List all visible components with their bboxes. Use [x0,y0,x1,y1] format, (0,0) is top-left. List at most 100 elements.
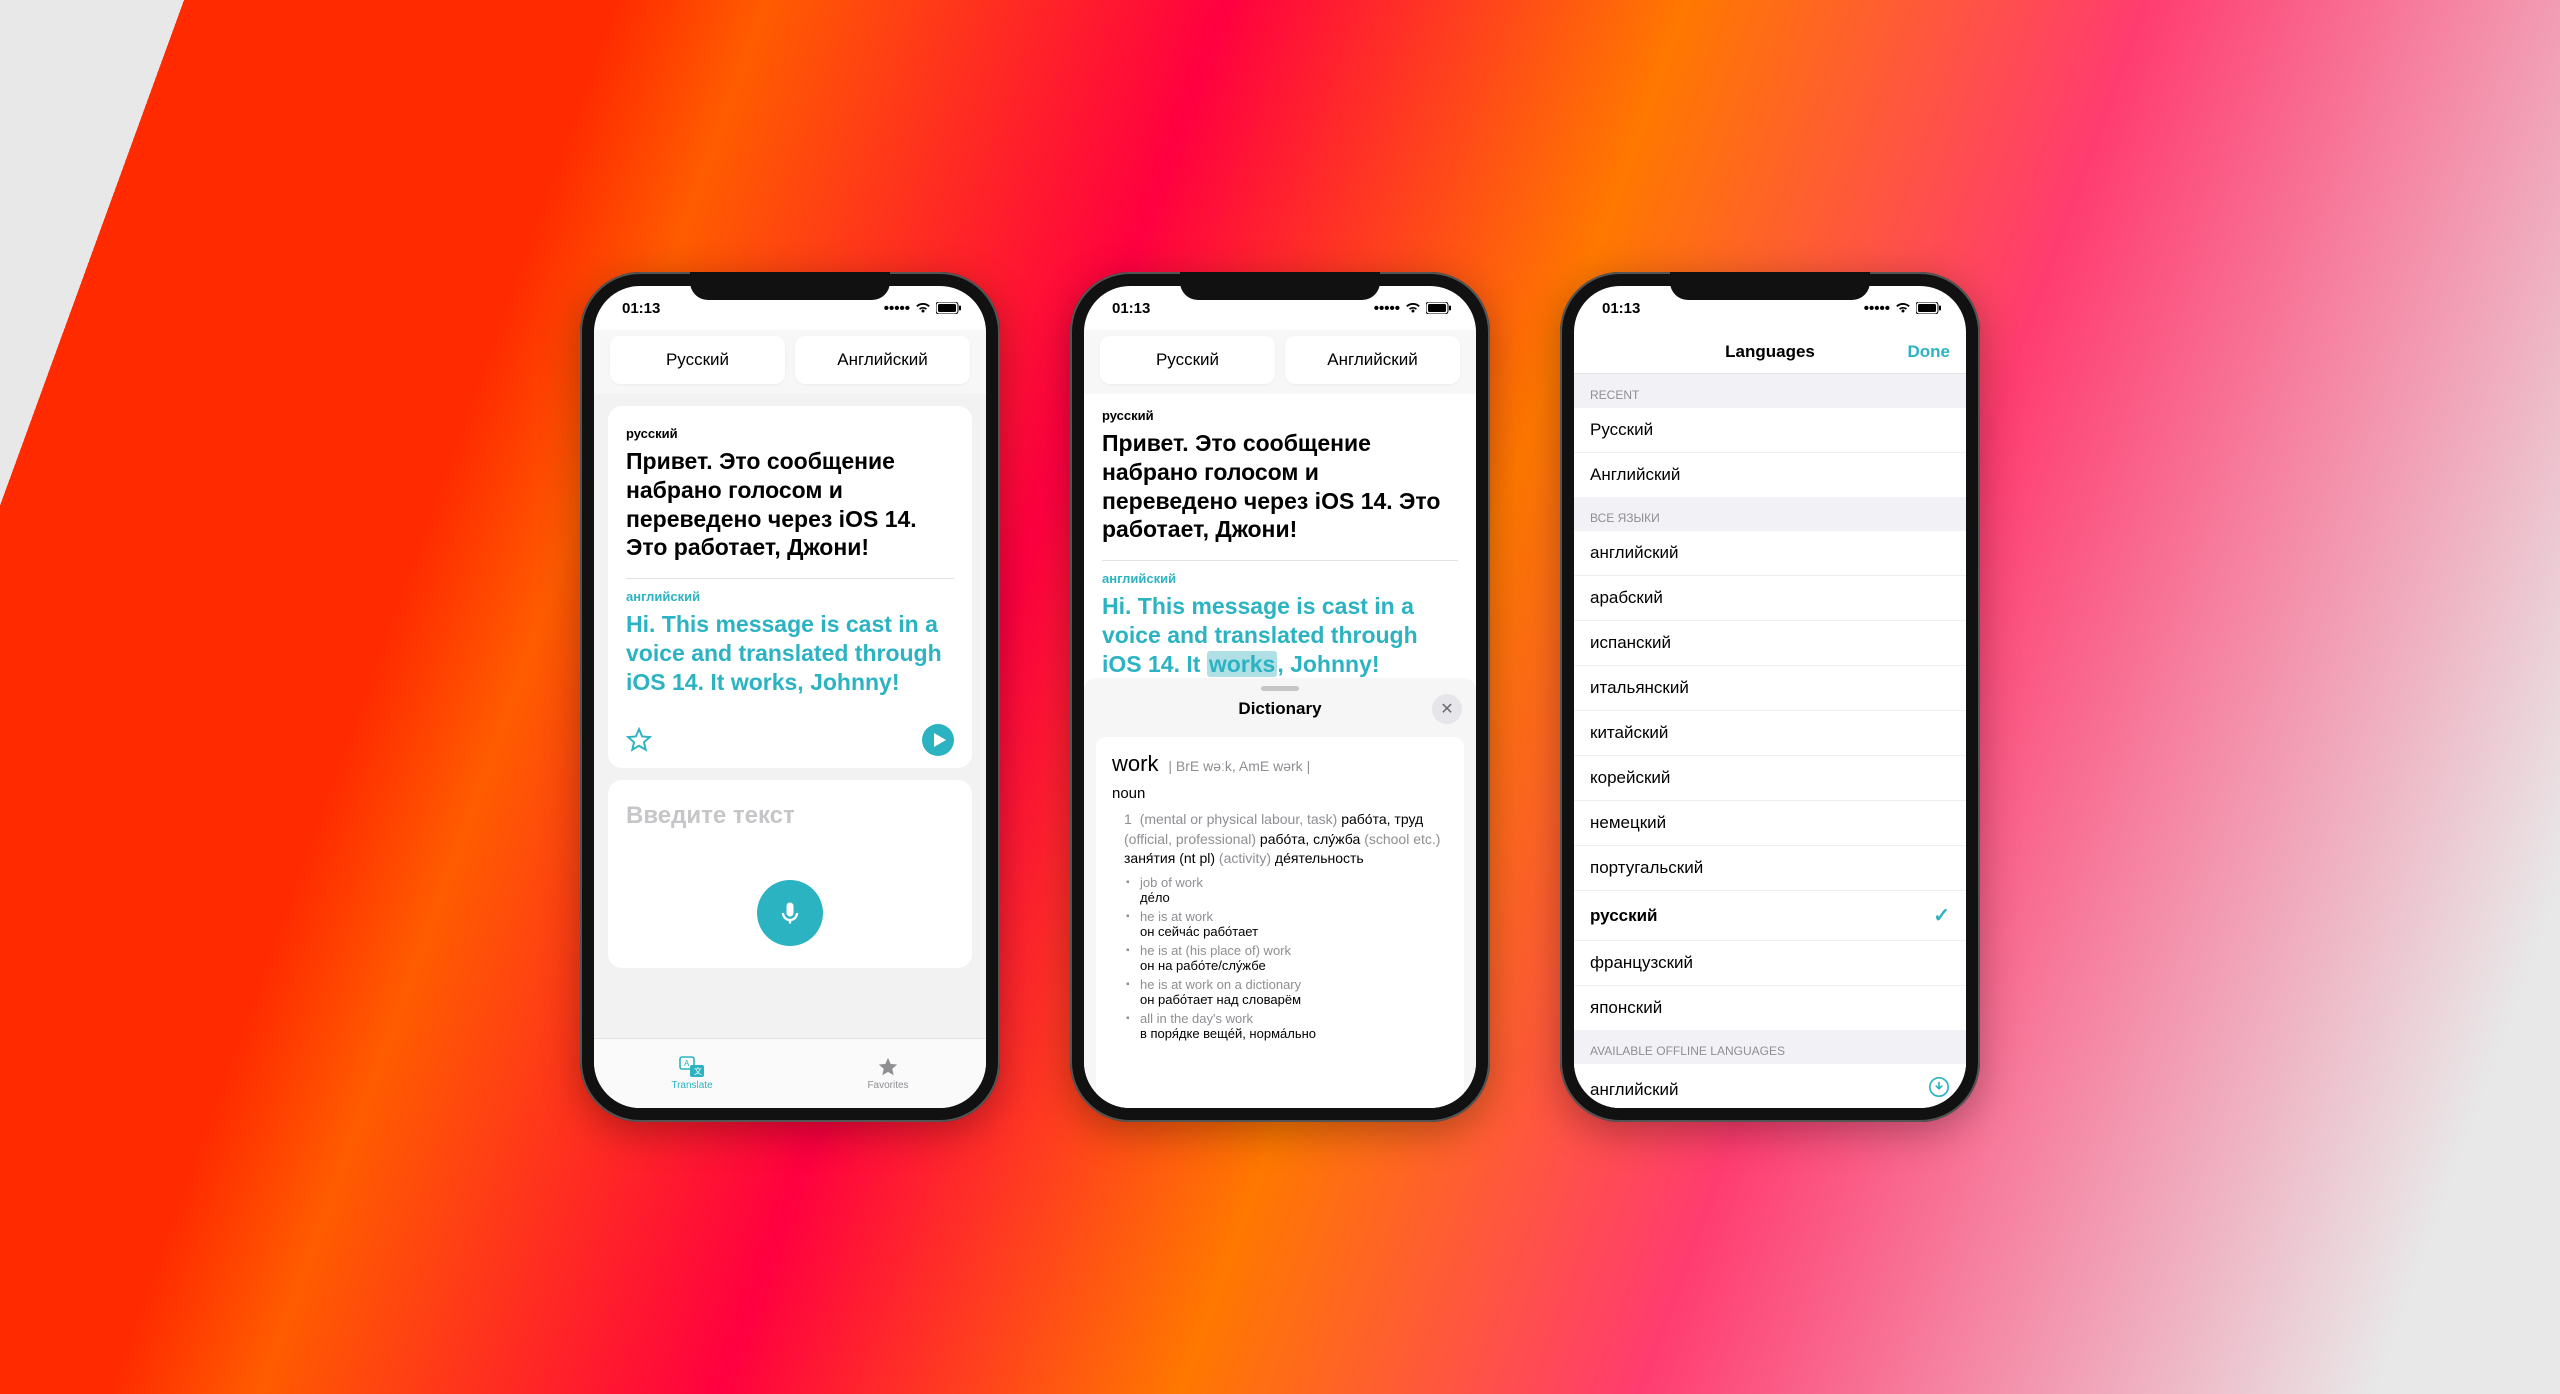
language-row[interactable]: арабский [1574,576,1966,621]
screen: 01:13 ••••• Languages Done RECENT Русски… [1574,286,1966,1108]
checkmark-icon: ✓ [1933,903,1950,928]
status-icons: ••••• [1374,300,1452,317]
dictionary-word: work [1112,751,1158,776]
language-row[interactable]: английский [1574,531,1966,576]
signal-icon: ••••• [1864,300,1890,317]
language-row[interactable]: французский [1574,941,1966,986]
section-recent-label: RECENT [1574,374,1966,408]
language-row[interactable]: португальский [1574,846,1966,891]
language-selector-bar: Русский Английский [594,330,986,394]
wifi-icon [1895,302,1911,314]
language-row[interactable]: китайский [1574,711,1966,756]
language-row[interactable]: английский [1574,1064,1966,1108]
wifi-icon [915,302,931,314]
part-of-speech: noun [1112,785,1448,802]
dictionary-header: Dictionary ✕ [1084,697,1476,729]
target-language-label: английский [1102,571,1458,586]
status-icons: ••••• [1864,300,1942,317]
example-item: he is at (his place of) workон на рабо́т… [1126,943,1448,973]
divider [626,578,954,579]
status-icons: ••••• [884,300,962,317]
highlighted-word[interactable]: works [1207,651,1277,677]
sheet-grabber[interactable] [1261,686,1299,691]
all-languages-list: английскийарабскийиспанскийитальянскийки… [1574,531,1966,1030]
dictionary-title: Dictionary [1238,699,1321,719]
signal-icon: ••••• [1374,300,1400,317]
section-offline-label: AVAILABLE OFFLINE LANGUAGES [1574,1030,1966,1064]
translated-text[interactable]: Hi. This message is cast in a voice and … [626,610,954,696]
language-row[interactable]: Английский [1574,453,1966,497]
svg-text:A: A [684,1059,690,1068]
input-card[interactable]: Введите текст [608,780,972,968]
source-language-label: русский [1102,408,1458,423]
languages-list-container[interactable]: RECENT РусскийАнглийский ВСЕ ЯЗЫКИ англи… [1574,374,1966,1108]
offline-languages-list: английскийарабский [1574,1064,1966,1108]
source-language-button[interactable]: Русский [610,336,785,384]
battery-icon [1916,302,1942,314]
language-row[interactable]: итальянский [1574,666,1966,711]
favorite-icon[interactable] [626,727,652,753]
battery-icon [936,302,962,314]
source-language-button[interactable]: Русский [1100,336,1275,384]
dictionary-body[interactable]: work | BrE wəːk, AmE wərk | noun 1 (ment… [1096,737,1464,1108]
notch [1180,272,1380,300]
translated-text[interactable]: Hi. This message is cast in a voice and … [1102,592,1458,678]
target-language-label: английский [626,589,954,604]
modal-header: Languages Done [1574,330,1966,374]
source-text[interactable]: Привет. Это сообщение набрано голосом и … [626,447,954,562]
content-area: русский Привет. Это сообщение набрано го… [594,394,986,1038]
card-actions [626,724,954,756]
tab-favorites[interactable]: Favorites [790,1039,986,1108]
language-row[interactable]: русский✓ [1574,891,1966,941]
tab-favorites-label: Favorites [867,1080,908,1091]
signal-icon: ••••• [884,300,910,317]
source-language-label: русский [626,426,954,441]
done-button[interactable]: Done [1908,342,1951,362]
input-placeholder: Введите текст [626,802,954,830]
language-row[interactable]: немецкий [1574,801,1966,846]
dictionary-sheet: Dictionary ✕ work | BrE wəːk, AmE wərk |… [1084,678,1476,1108]
play-audio-icon[interactable] [922,724,954,756]
microphone-icon [776,899,804,927]
source-text[interactable]: Привет. Это сообщение набрано голосом и … [1102,429,1458,544]
example-item: he is at work on a dictionaryон рабо́тае… [1126,977,1448,1007]
phone-mockup-3: 01:13 ••••• Languages Done RECENT Русски… [1560,272,1980,1122]
phone-mockup-2: 01:13 ••••• Русский Английский русский П… [1070,272,1490,1122]
example-item: he is at workон сейча́с рабо́тает [1126,909,1448,939]
modal-title: Languages [1725,342,1815,362]
translation-card: русский Привет. Это сообщение набрано го… [608,406,972,768]
tab-translate[interactable]: A文 Translate [594,1039,790,1108]
notch [690,272,890,300]
translation-panel: русский Привет. Это сообщение набрано го… [1084,394,1476,678]
status-time: 01:13 [1602,300,1640,317]
close-icon[interactable]: ✕ [1432,694,1462,724]
recent-languages-list: РусскийАнглийский [1574,408,1966,497]
phone-mockup-1: 01:13 ••••• Русский Английский русский П… [580,272,1000,1122]
battery-icon [1426,302,1452,314]
divider [1102,560,1458,561]
microphone-button[interactable] [757,880,823,946]
notch [1670,272,1870,300]
status-time: 01:13 [1112,300,1150,317]
language-selector-bar: Русский Английский [1084,330,1476,394]
screen: 01:13 ••••• Русский Английский русский П… [1084,286,1476,1108]
tab-translate-label: Translate [671,1080,712,1091]
section-all-label: ВСЕ ЯЗЫКИ [1574,497,1966,531]
language-row[interactable]: Русский [1574,408,1966,453]
translate-icon: A文 [679,1056,705,1078]
svg-text:文: 文 [694,1066,702,1076]
download-icon[interactable] [1928,1076,1950,1103]
wifi-icon [1405,302,1421,314]
definition: 1 (mental or physical labour, task) рабо… [1112,810,1448,869]
definition-examples: job of workде́лоhe is at workон сейча́с … [1112,875,1448,1041]
language-row[interactable]: корейский [1574,756,1966,801]
tab-bar: A文 Translate Favorites [594,1038,986,1108]
screen: 01:13 ••••• Русский Английский русский П… [594,286,986,1108]
pronunciation: | BrE wəːk, AmE wərk | [1168,758,1310,774]
status-time: 01:13 [622,300,660,317]
language-row[interactable]: японский [1574,986,1966,1030]
language-row[interactable]: испанский [1574,621,1966,666]
target-language-button[interactable]: Английский [795,336,970,384]
target-language-button[interactable]: Английский [1285,336,1460,384]
star-icon [876,1056,900,1078]
